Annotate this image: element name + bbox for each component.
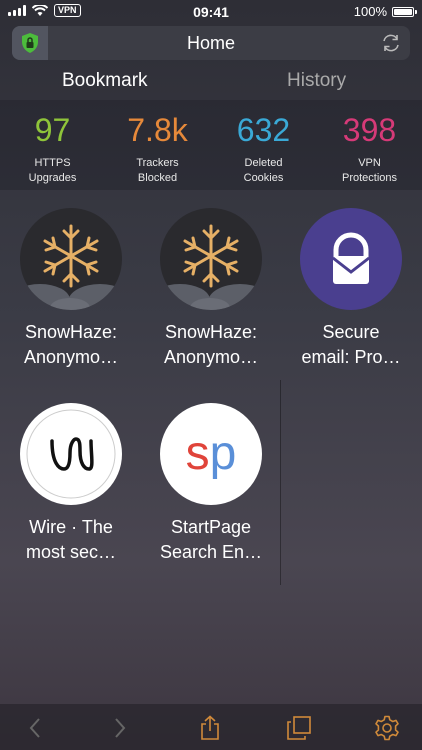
- bottom-toolbar: [0, 704, 422, 750]
- status-bar: VPN 09:41 100%: [0, 0, 422, 24]
- stat-label: HTTPS Upgrades: [28, 157, 77, 184]
- gear-icon: [375, 715, 399, 741]
- stat-value: 7.8k: [127, 112, 188, 148]
- forward-button[interactable]: [105, 714, 135, 742]
- navigation-bar: Home: [12, 26, 410, 60]
- stat-vpn-protections: 398 VPN Protections: [317, 112, 422, 186]
- stat-trackers-blocked: 7.8k Trackers Blocked: [105, 112, 210, 186]
- bookmark-tile[interactable]: SnowHaze: Anonymo…: [6, 208, 136, 370]
- back-button[interactable]: [20, 714, 50, 742]
- battery-icon: [392, 6, 417, 17]
- grid-divider: [280, 380, 281, 585]
- reload-icon[interactable]: [380, 32, 402, 54]
- snowflake-icon: [20, 208, 122, 310]
- tabs-button[interactable]: [284, 714, 314, 742]
- stat-https-upgrades: 97 HTTPS Upgrades: [0, 112, 105, 186]
- stat-label: Deleted Cookies: [243, 157, 284, 184]
- startpage-logo-text: sp: [186, 427, 237, 480]
- bookmark-tile[interactable]: Wire · The most sec…: [6, 403, 136, 565]
- bookmark-label: Secure email: Pro…: [301, 322, 401, 367]
- status-right: 100%: [353, 4, 417, 19]
- tabs-icon: [287, 716, 311, 740]
- bookmark-label: StartPage Search En…: [159, 517, 263, 562]
- protonmail-icon: [300, 208, 402, 310]
- bookmark-tile[interactable]: SnowHaze: Anonymo…: [146, 208, 276, 370]
- share-icon: [201, 715, 219, 740]
- share-button[interactable]: [195, 714, 225, 742]
- tab-bar: Bookmark History: [0, 68, 422, 98]
- chevron-left-icon: [29, 718, 40, 738]
- stat-value: 632: [236, 112, 291, 148]
- bookmark-label: Wire · The most sec…: [25, 517, 117, 562]
- bookmark-tile[interactable]: Secure email: Pro…: [286, 208, 416, 370]
- bookmark-label: SnowHaze: Anonymo…: [23, 322, 119, 367]
- settings-button[interactable]: [372, 714, 402, 742]
- stat-label: VPN Protections: [341, 157, 398, 184]
- battery-percent: 100%: [353, 4, 387, 19]
- snowflake-icon: [160, 208, 262, 310]
- tab-history[interactable]: History: [287, 70, 346, 92]
- stat-deleted-cookies: 632 Deleted Cookies: [211, 112, 316, 186]
- battery-level: [394, 8, 412, 15]
- stat-value: 398: [342, 112, 397, 148]
- stat-value: 97: [34, 112, 71, 148]
- wire-icon: [20, 403, 122, 505]
- page-title: Home: [186, 33, 235, 53]
- chevron-right-icon: [115, 718, 126, 738]
- tab-bookmark[interactable]: Bookmark: [62, 70, 148, 92]
- startpage-icon: sp: [160, 403, 262, 505]
- stat-label: Trackers Blocked: [136, 157, 179, 184]
- stats-panel: 97 HTTPS Upgrades 7.8k Trackers Blocked …: [0, 100, 422, 190]
- bookmark-tile[interactable]: sp StartPage Search En…: [146, 403, 276, 565]
- bookmark-label: SnowHaze: Anonymo…: [163, 322, 259, 367]
